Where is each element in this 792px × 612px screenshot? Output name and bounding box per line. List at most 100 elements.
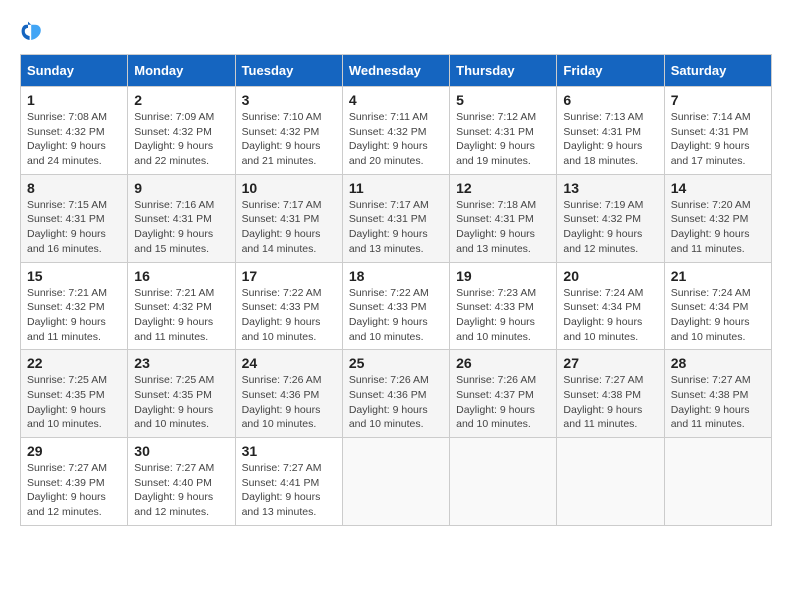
day-number: 11 <box>349 180 443 196</box>
calendar-cell: 26 Sunrise: 7:26 AMSunset: 4:37 PMDayligh… <box>450 350 557 438</box>
day-info: Sunrise: 7:12 AMSunset: 4:31 PMDaylight:… <box>456 110 550 169</box>
calendar-cell: 10Sunrise: 7:17 AMSunset: 4:31 PMDayligh… <box>235 174 342 262</box>
calendar-cell <box>342 438 449 526</box>
day-number: 31 <box>242 443 336 459</box>
calendar-cell: 30 Sunrise: 7:27 AMSunset: 4:40 PMDayligh… <box>128 438 235 526</box>
day-info: Sunrise: 7:27 AMSunset: 4:40 PMDaylight:… <box>134 461 228 520</box>
day-number: 14 <box>671 180 765 196</box>
day-number: 8 <box>27 180 121 196</box>
day-info: Sunrise: 7:17 AMSunset: 4:31 PMDaylight:… <box>242 198 336 257</box>
calendar-cell: 15Sunrise: 7:21 AMSunset: 4:32 PMDayligh… <box>21 262 128 350</box>
day-info: Sunrise: 7:25 AMSunset: 4:35 PMDaylight:… <box>134 373 228 432</box>
day-info: Sunrise: 7:20 AMSunset: 4:32 PMDaylight:… <box>671 198 765 257</box>
day-number: 25 <box>349 355 443 371</box>
day-info: Sunrise: 7:27 AMSunset: 4:38 PMDaylight:… <box>671 373 765 432</box>
calendar-cell: 3 Sunrise: 7:10 AMSunset: 4:32 PMDaylight… <box>235 87 342 175</box>
day-info: Sunrise: 7:22 AMSunset: 4:33 PMDaylight:… <box>242 286 336 345</box>
day-info: Sunrise: 7:26 AMSunset: 4:36 PMDaylight:… <box>349 373 443 432</box>
calendar-week-row: 22 Sunrise: 7:25 AMSunset: 4:35 PMDayligh… <box>21 350 772 438</box>
day-info: Sunrise: 7:21 AMSunset: 4:32 PMDaylight:… <box>134 286 228 345</box>
weekday-header: Saturday <box>664 55 771 87</box>
day-info: Sunrise: 7:23 AMSunset: 4:33 PMDaylight:… <box>456 286 550 345</box>
day-number: 4 <box>349 92 443 108</box>
day-info: Sunrise: 7:08 AMSunset: 4:32 PMDaylight:… <box>27 110 121 169</box>
calendar-cell: 14 Sunrise: 7:20 AMSunset: 4:32 PMDayligh… <box>664 174 771 262</box>
calendar-header-row: SundayMondayTuesdayWednesdayThursdayFrid… <box>21 55 772 87</box>
day-info: Sunrise: 7:13 AMSunset: 4:31 PMDaylight:… <box>563 110 657 169</box>
day-number: 23 <box>134 355 228 371</box>
calendar-cell: 17Sunrise: 7:22 AMSunset: 4:33 PMDayligh… <box>235 262 342 350</box>
calendar-week-row: 29Sunrise: 7:27 AMSunset: 4:39 PMDayligh… <box>21 438 772 526</box>
day-number: 20 <box>563 268 657 284</box>
calendar-week-row: 15Sunrise: 7:21 AMSunset: 4:32 PMDayligh… <box>21 262 772 350</box>
day-number: 21 <box>671 268 765 284</box>
calendar-cell: 7 Sunrise: 7:14 AMSunset: 4:31 PMDaylight… <box>664 87 771 175</box>
calendar-cell: 12 Sunrise: 7:18 AMSunset: 4:31 PMDayligh… <box>450 174 557 262</box>
day-number: 29 <box>27 443 121 459</box>
calendar-table: SundayMondayTuesdayWednesdayThursdayFrid… <box>20 54 772 526</box>
calendar-cell: 22 Sunrise: 7:25 AMSunset: 4:35 PMDayligh… <box>21 350 128 438</box>
calendar-cell <box>557 438 664 526</box>
day-number: 5 <box>456 92 550 108</box>
day-number: 24 <box>242 355 336 371</box>
day-number: 6 <box>563 92 657 108</box>
calendar-cell: 24 Sunrise: 7:26 AMSunset: 4:36 PMDayligh… <box>235 350 342 438</box>
page-header <box>20 20 772 44</box>
logo <box>20 20 48 44</box>
day-info: Sunrise: 7:21 AMSunset: 4:32 PMDaylight:… <box>27 286 121 345</box>
calendar-cell: 6 Sunrise: 7:13 AMSunset: 4:31 PMDaylight… <box>557 87 664 175</box>
day-info: Sunrise: 7:14 AMSunset: 4:31 PMDaylight:… <box>671 110 765 169</box>
calendar-cell: 19 Sunrise: 7:23 AMSunset: 4:33 PMDayligh… <box>450 262 557 350</box>
calendar-cell: 8 Sunrise: 7:15 AMSunset: 4:31 PMDaylight… <box>21 174 128 262</box>
calendar-cell: 1Sunrise: 7:08 AMSunset: 4:32 PMDaylight… <box>21 87 128 175</box>
day-number: 19 <box>456 268 550 284</box>
weekday-header: Tuesday <box>235 55 342 87</box>
day-number: 7 <box>671 92 765 108</box>
calendar-cell: 23 Sunrise: 7:25 AMSunset: 4:35 PMDayligh… <box>128 350 235 438</box>
calendar-week-row: 1Sunrise: 7:08 AMSunset: 4:32 PMDaylight… <box>21 87 772 175</box>
day-info: Sunrise: 7:26 AMSunset: 4:37 PMDaylight:… <box>456 373 550 432</box>
day-info: Sunrise: 7:24 AMSunset: 4:34 PMDaylight:… <box>671 286 765 345</box>
day-info: Sunrise: 7:22 AMSunset: 4:33 PMDaylight:… <box>349 286 443 345</box>
day-info: Sunrise: 7:19 AMSunset: 4:32 PMDaylight:… <box>563 198 657 257</box>
day-number: 12 <box>456 180 550 196</box>
day-info: Sunrise: 7:10 AMSunset: 4:32 PMDaylight:… <box>242 110 336 169</box>
day-info: Sunrise: 7:24 AMSunset: 4:34 PMDaylight:… <box>563 286 657 345</box>
weekday-header: Thursday <box>450 55 557 87</box>
calendar-cell <box>450 438 557 526</box>
calendar-cell: 16 Sunrise: 7:21 AMSunset: 4:32 PMDayligh… <box>128 262 235 350</box>
calendar-cell: 4 Sunrise: 7:11 AMSunset: 4:32 PMDaylight… <box>342 87 449 175</box>
calendar-cell: 18 Sunrise: 7:22 AMSunset: 4:33 PMDayligh… <box>342 262 449 350</box>
day-number: 3 <box>242 92 336 108</box>
day-number: 28 <box>671 355 765 371</box>
logo-icon <box>20 20 44 44</box>
calendar-cell: 11 Sunrise: 7:17 AMSunset: 4:31 PMDayligh… <box>342 174 449 262</box>
day-number: 2 <box>134 92 228 108</box>
day-number: 22 <box>27 355 121 371</box>
day-info: Sunrise: 7:15 AMSunset: 4:31 PMDaylight:… <box>27 198 121 257</box>
day-number: 30 <box>134 443 228 459</box>
day-info: Sunrise: 7:25 AMSunset: 4:35 PMDaylight:… <box>27 373 121 432</box>
day-number: 26 <box>456 355 550 371</box>
weekday-header: Friday <box>557 55 664 87</box>
weekday-header: Wednesday <box>342 55 449 87</box>
calendar-cell: 9Sunrise: 7:16 AMSunset: 4:31 PMDaylight… <box>128 174 235 262</box>
day-info: Sunrise: 7:09 AMSunset: 4:32 PMDaylight:… <box>134 110 228 169</box>
calendar-cell: 20 Sunrise: 7:24 AMSunset: 4:34 PMDayligh… <box>557 262 664 350</box>
day-number: 9 <box>134 180 228 196</box>
day-info: Sunrise: 7:17 AMSunset: 4:31 PMDaylight:… <box>349 198 443 257</box>
day-number: 13 <box>563 180 657 196</box>
day-info: Sunrise: 7:18 AMSunset: 4:31 PMDaylight:… <box>456 198 550 257</box>
calendar-week-row: 8 Sunrise: 7:15 AMSunset: 4:31 PMDaylight… <box>21 174 772 262</box>
calendar-cell: 29Sunrise: 7:27 AMSunset: 4:39 PMDayligh… <box>21 438 128 526</box>
calendar-cell: 31Sunrise: 7:27 AMSunset: 4:41 PMDayligh… <box>235 438 342 526</box>
day-info: Sunrise: 7:26 AMSunset: 4:36 PMDaylight:… <box>242 373 336 432</box>
weekday-header: Monday <box>128 55 235 87</box>
weekday-header: Sunday <box>21 55 128 87</box>
calendar-cell: 28 Sunrise: 7:27 AMSunset: 4:38 PMDayligh… <box>664 350 771 438</box>
calendar-cell: 13 Sunrise: 7:19 AMSunset: 4:32 PMDayligh… <box>557 174 664 262</box>
day-info: Sunrise: 7:11 AMSunset: 4:32 PMDaylight:… <box>349 110 443 169</box>
day-number: 16 <box>134 268 228 284</box>
day-number: 18 <box>349 268 443 284</box>
calendar-cell: 27Sunrise: 7:27 AMSunset: 4:38 PMDayligh… <box>557 350 664 438</box>
